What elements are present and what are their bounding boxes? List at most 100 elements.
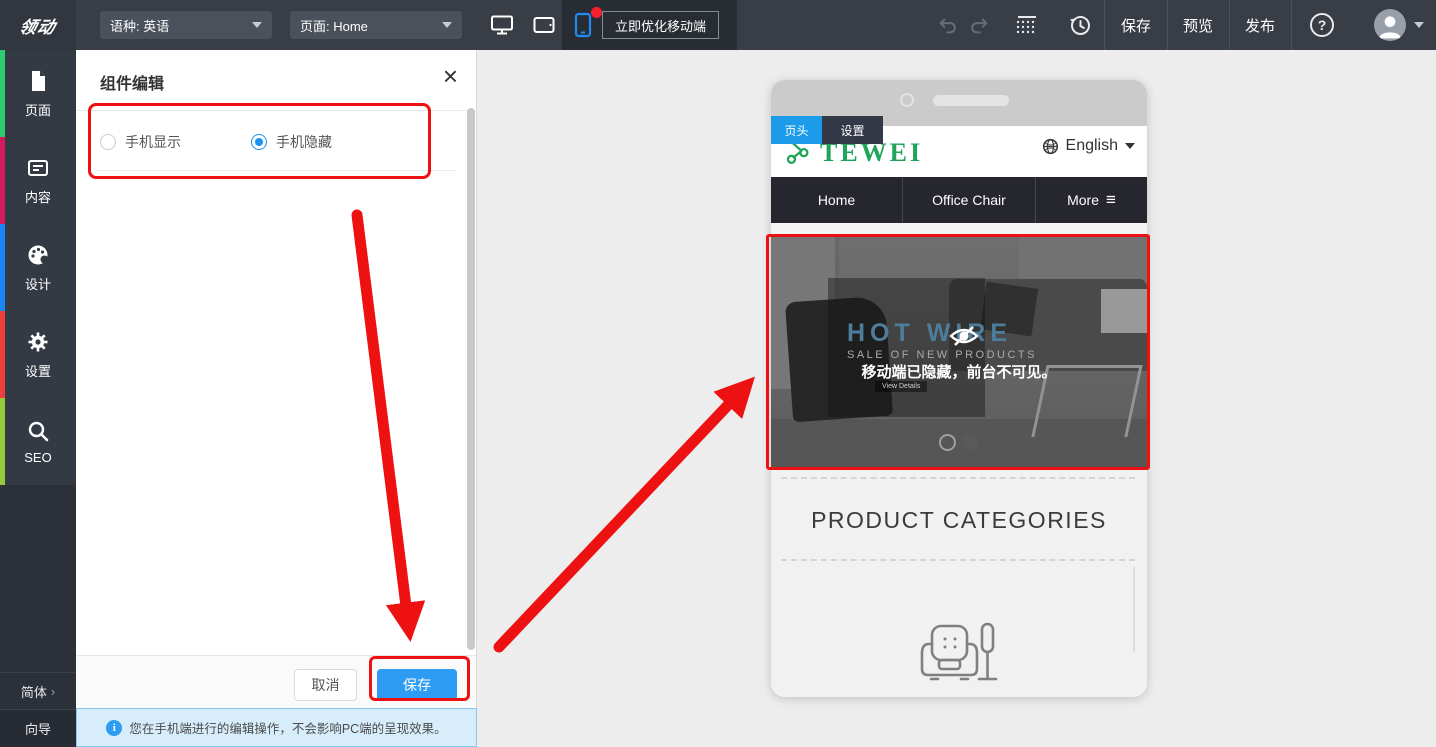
hidden-message: 移动端已隐藏，前台不可见。: [861, 364, 1057, 381]
radio-selected-icon: [251, 134, 267, 150]
sidebar-item-label: 设计: [24, 276, 51, 292]
panel-scrollbar[interactable]: [467, 108, 475, 650]
radio-label: 手机隐藏: [276, 134, 332, 150]
site-language-label: English: [1065, 137, 1118, 154]
divider: [96, 170, 457, 171]
accent-strip: [0, 50, 5, 137]
topbar: 领动 语种: 英语 页面: Home 立即优化移动端 保存 预览 发布 ?: [0, 0, 1436, 50]
palette-icon: [28, 245, 49, 264]
sidebar-item-design[interactable]: 设计: [0, 224, 76, 311]
grid-layout-button[interactable]: [1014, 12, 1040, 38]
desktop-view-button[interactable]: [489, 13, 515, 42]
app-logo[interactable]: 领动: [0, 0, 76, 50]
sidebar-item-label: 内容: [24, 189, 51, 205]
accent-strip: [0, 224, 5, 311]
section-title: PRODUCT CATEGORIES: [811, 507, 1107, 533]
undo-icon: [939, 18, 956, 34]
dashed-divider: [781, 559, 1135, 561]
carousel-dot[interactable]: [939, 434, 956, 451]
history-button[interactable]: [1067, 12, 1093, 38]
accent-strip: [0, 311, 5, 398]
tablet-view-button[interactable]: [531, 13, 557, 42]
redo-button[interactable]: [966, 12, 992, 38]
language-switch-label: 简体: [20, 685, 47, 700]
divider: [1291, 0, 1292, 50]
camera-icon: [900, 93, 914, 107]
search-icon: [28, 421, 49, 441]
nav-item-more[interactable]: More ≡: [1036, 177, 1147, 223]
panel-footer: 取消 保存: [76, 655, 476, 708]
page-content: PRODUCT CATEGORIES: [771, 467, 1147, 697]
preview-button[interactable]: 预览: [1167, 0, 1229, 50]
accent-strip: [0, 137, 5, 224]
content-icon: [28, 159, 48, 176]
notice-text: 您在手机端进行的编辑操作，不会影响PC端的呈现效果。: [129, 722, 447, 736]
radio-unselected-icon: [100, 134, 116, 150]
preview-canvas: 页头 设置 TEWEI English Home Office Chair Mo…: [477, 50, 1436, 747]
language-dropdown-label: 语种: 英语: [110, 18, 170, 34]
gear-icon: [28, 332, 48, 351]
save-button-topbar[interactable]: 保存: [1105, 0, 1167, 50]
guide-button[interactable]: 向导: [0, 709, 76, 747]
info-icon: i: [106, 719, 123, 736]
site-language-selector[interactable]: English: [1042, 137, 1135, 155]
chevron-down-icon: [442, 22, 452, 28]
sidebar-item-seo[interactable]: SEO: [0, 398, 76, 485]
notification-dot: [591, 7, 602, 18]
divider: [76, 110, 468, 111]
user-icon: [1379, 16, 1401, 39]
sidebar-item-label: 页面: [24, 102, 51, 118]
divider: [771, 223, 1147, 237]
chevron-down-icon: [252, 22, 262, 28]
phone-preview: 页头 设置 TEWEI English Home Office Chair Mo…: [771, 80, 1147, 697]
cancel-button[interactable]: 取消: [294, 669, 357, 701]
radio-mobile-show[interactable]: 手机显示: [100, 132, 181, 152]
hidden-banner-component[interactable]: HOT WIRE SALE OF NEW PRODUCTS View Detai…: [771, 237, 1147, 467]
banner-cta-button: View Details: [875, 381, 928, 392]
avatar[interactable]: [1374, 9, 1406, 41]
tablet-icon: [533, 17, 555, 33]
sidebar-item-label: SEO: [24, 449, 52, 465]
language-switch[interactable]: 简体 ›: [0, 672, 76, 710]
redo-icon: [971, 18, 988, 34]
phone-scrollbar[interactable]: [1133, 567, 1135, 652]
sidebar-item-pages[interactable]: 页面: [0, 50, 76, 137]
accent-strip: [0, 398, 5, 485]
nav-item-home[interactable]: Home: [771, 177, 903, 223]
language-dropdown[interactable]: 语种: 英语: [100, 11, 272, 39]
page-dropdown[interactable]: 页面: Home: [290, 11, 462, 39]
close-icon[interactable]: ×: [443, 63, 458, 89]
page-dropdown-label: 页面: Home: [300, 18, 368, 34]
radio-label: 手机显示: [125, 134, 181, 150]
monitor-icon: [491, 15, 513, 35]
speaker-bar: [933, 95, 1009, 106]
save-button[interactable]: 保存: [377, 669, 457, 701]
nav-more-label: More: [1067, 192, 1099, 208]
nav-item-office-chair[interactable]: Office Chair: [903, 177, 1036, 223]
grid-dots-icon: [1016, 16, 1036, 34]
banner-tagline: SALE OF NEW PRODUCTS: [847, 349, 1037, 361]
notice-bar: i 您在手机端进行的编辑操作，不会影响PC端的呈现效果。: [76, 708, 477, 747]
app-logo-text: 领动: [17, 17, 58, 37]
optimize-mobile-button[interactable]: 立即优化移动端: [602, 11, 720, 39]
panel-title: 组件编辑: [100, 76, 165, 93]
carousel-dot-active[interactable]: [962, 434, 979, 451]
banner-headline: HOT WIRE: [847, 319, 1012, 347]
armchair-lamp-icon: [914, 622, 1006, 689]
account-chevron-down-icon[interactable]: [1414, 22, 1424, 28]
component-edit-panel: 组件编辑 × 手机显示 手机隐藏 取消 保存 i 您在手机端进行的编辑操作，不会…: [76, 50, 477, 747]
page-icon: [32, 70, 45, 91]
globe-icon: [1042, 138, 1058, 154]
carousel-dots[interactable]: [771, 434, 1147, 451]
tab-page-header[interactable]: 页头: [771, 116, 822, 144]
sidebar: 页面 内容 设计 设置 SEO 简体 › 向导: [0, 50, 76, 747]
undo-button[interactable]: [935, 12, 961, 38]
help-button[interactable]: ?: [1310, 13, 1334, 37]
chevron-down-icon: [1125, 143, 1135, 149]
tab-settings[interactable]: 设置: [822, 116, 883, 144]
sidebar-item-settings[interactable]: 设置: [0, 311, 76, 398]
publish-button[interactable]: 发布: [1229, 0, 1291, 50]
sidebar-item-content[interactable]: 内容: [0, 137, 76, 224]
mobile-view-button[interactable]: [571, 12, 595, 43]
radio-mobile-hide[interactable]: 手机隐藏: [251, 132, 332, 152]
